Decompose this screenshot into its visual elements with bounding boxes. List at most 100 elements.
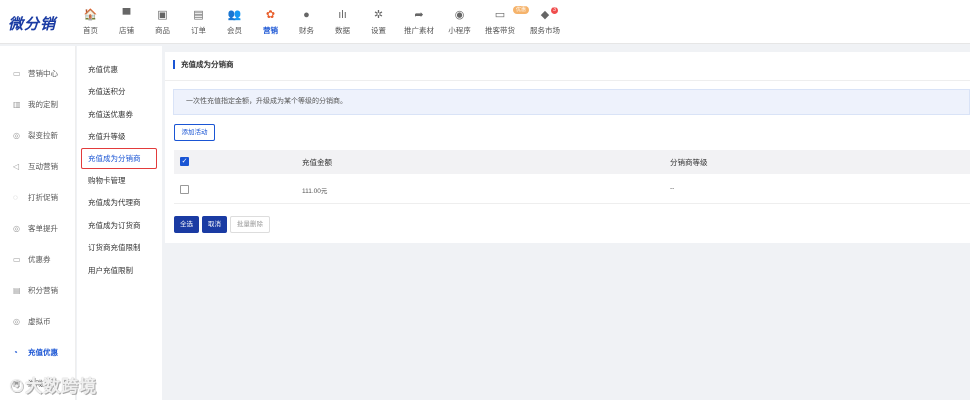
sidebar-item-2[interactable]: ◎ 裂变拉新 xyxy=(0,120,75,151)
info-notice: 一次性充值指定金额，升级成为某个等级的分销商。 xyxy=(173,89,970,115)
discount-icon: ◌ xyxy=(13,193,18,202)
sidebar-item-label: 充值优惠 xyxy=(28,348,58,357)
table-row: 111.00元 -- xyxy=(174,175,970,204)
nav-item-8[interactable]: ✲ 设置 xyxy=(364,0,393,44)
subnav-item-2[interactable]: 充值送优惠券 xyxy=(77,103,162,126)
primary-sidebar: ▭ 营销中心 ▥ 我的定制 ◎ 裂变拉新 ◁ 互动营销 ◌ 打折促销 ◎ 客单提升 ▭ 优惠券 ▤ 积分营销 ◎… xyxy=(0,46,76,400)
content-panel: 充值成为分销商 一次性充值指定金额，升级成为某个等级的分销商。 添加活动 ✓ 充… xyxy=(165,52,970,243)
nav-label: 财务 xyxy=(299,25,314,35)
sidebar-item-label: 优惠券 xyxy=(28,255,51,264)
sidebar-item-9[interactable]: ◔ 充值优惠 xyxy=(0,337,75,368)
watermark: ☉大数跨境 xyxy=(9,377,98,396)
marketing-icon: ✿ xyxy=(265,8,276,21)
shop-icon: ▀ xyxy=(122,8,131,21)
order-icon: ▤ xyxy=(193,8,204,21)
table-header: ✓ 充值金额 分销商等级 xyxy=(174,150,970,174)
bulk-actions: 全选 取消 批量删除 xyxy=(174,216,273,233)
column-header-level: 分销商等级 xyxy=(670,158,708,167)
sidebar-item-label: 我的定制 xyxy=(28,100,58,109)
nav-item-9[interactable]: ➦ 推广素材 xyxy=(400,0,438,44)
nav-label: 商品 xyxy=(155,25,170,35)
page-title: 充值成为分销商 xyxy=(173,60,234,69)
nav-label: 小程序 xyxy=(448,25,471,35)
add-activity-button[interactable]: 添加活动 xyxy=(174,124,215,141)
order-boost-icon: ◎ xyxy=(13,224,20,233)
sidebar-item-label: 营销中心 xyxy=(28,69,58,78)
member-icon: 👥 xyxy=(227,8,242,21)
nav-item-6[interactable]: ● 财务 xyxy=(292,0,321,44)
goods-icon: ▣ xyxy=(157,8,168,21)
sidebar-item-label: 互动营销 xyxy=(28,162,58,171)
points-icon: ▤ xyxy=(13,286,21,295)
top-bar: 微分销 🏠 首页 ▀ 店铺 ▣ 商品 ▤ 订单 👥 会员 ✿ 营销 ● 财务 ılı 数据 ✲ 设置 ➦ 推广素材 ◉ 小… xyxy=(0,0,970,44)
nav-item-10[interactable]: ◉ 小程序 xyxy=(445,0,474,44)
nav-label: 设置 xyxy=(371,25,386,35)
cancel-button[interactable]: 取消 xyxy=(202,216,227,233)
sidebar-item-label: 裂变拉新 xyxy=(28,131,58,140)
custom-icon: ▥ xyxy=(13,100,21,109)
nav-item-11[interactable]: ▭ 推客带货 优惠 xyxy=(481,0,529,44)
top-nav: 🏠 首页 ▀ 店铺 ▣ 商品 ▤ 订单 👥 会员 ✿ 营销 ● 财务 ılı 数据 ✲ 设置 ➦ 推广素材 ◉ 小程序 ▭ 推… xyxy=(76,0,571,44)
nav-label: 店铺 xyxy=(119,25,134,35)
nav-item-2[interactable]: ▣ 商品 xyxy=(148,0,177,44)
select-all-button[interactable]: 全选 xyxy=(174,216,199,233)
cell-amount: 111.00元 xyxy=(302,188,328,195)
settings-icon: ✲ xyxy=(373,8,384,21)
interactive-icon: ◁ xyxy=(13,162,20,171)
fission-icon: ◎ xyxy=(13,131,20,140)
miniapp-icon: ◉ xyxy=(454,8,465,21)
nav-label: 营销 xyxy=(263,25,278,35)
sidebar-item-5[interactable]: ◎ 客单提升 xyxy=(0,213,75,244)
sidebar-item-label: 客单提升 xyxy=(28,224,58,233)
subnav-item-3[interactable]: 充值升等级 xyxy=(77,126,162,149)
promo-icon: ➦ xyxy=(414,8,424,21)
nav-item-5[interactable]: ✿ 营销 xyxy=(256,0,285,44)
sidebar-item-7[interactable]: ▤ 积分营销 xyxy=(0,275,75,306)
sidebar-item-3[interactable]: ◁ 互动营销 xyxy=(0,151,75,182)
subnav-item-6[interactable]: 充值成为代理商 xyxy=(77,192,162,215)
coin-icon: ◎ xyxy=(13,317,20,326)
sidebar-item-label: 虚拟币 xyxy=(28,317,51,326)
sidebar-item-label: 积分营销 xyxy=(28,286,58,295)
nav-item-0[interactable]: 🏠 首页 xyxy=(76,0,105,44)
sidebar-item-8[interactable]: ◎ 虚拟币 xyxy=(0,306,75,337)
secondary-sidebar: 充值优惠 充值送积分 充值送优惠券 充值升等级 充值成为分销商 购物卡管理 充值成为代理商充… xyxy=(77,46,162,400)
row-checkbox[interactable] xyxy=(180,185,189,194)
subnav-item-1[interactable]: 充值送积分 xyxy=(77,81,162,104)
subnav-item-8[interactable]: 订货商充值限制 xyxy=(77,237,162,260)
app-logo[interactable]: 微分销 xyxy=(8,13,56,34)
sidebar-item-6[interactable]: ▭ 优惠券 xyxy=(0,244,75,275)
market-icon: ◆ xyxy=(540,8,550,21)
nav-item-4[interactable]: 👥 会员 xyxy=(220,0,249,44)
subnav-item-9[interactable]: 用户充值限制 xyxy=(77,259,162,282)
column-header-amount: 充值金额 xyxy=(302,158,332,167)
subnav-item-7[interactable]: 充值成为订货商 xyxy=(77,214,162,237)
nav-label: 数据 xyxy=(335,25,350,35)
nav-label: 推客带货 xyxy=(485,25,515,35)
nav-item-3[interactable]: ▤ 订单 xyxy=(184,0,213,44)
cell-level: -- xyxy=(670,185,675,192)
subnav-item-4[interactable]: 充值成为分销商 xyxy=(81,148,157,169)
home-icon: 🏠 xyxy=(83,8,98,21)
nav-item-1[interactable]: ▀ 店铺 xyxy=(112,0,141,44)
sidebar-item-0[interactable]: ▭ 营销中心 xyxy=(0,58,75,89)
batch-delete-button[interactable]: 批量删除 xyxy=(230,216,270,233)
subnav-item-0[interactable]: 充值优惠 xyxy=(77,58,162,81)
sidebar-item-label: 打折促销 xyxy=(28,193,58,202)
nav-label: 服务市场 xyxy=(530,25,560,35)
nav-label: 推广素材 xyxy=(404,25,434,35)
notification-dot: 3 xyxy=(551,7,558,14)
data-icon: ılı xyxy=(338,8,347,21)
title-divider xyxy=(165,80,970,81)
recharge-icon: ◔ xyxy=(13,348,18,357)
header-checkbox[interactable]: ✓ xyxy=(180,157,189,166)
nav-item-12[interactable]: ◆ 服务市场 3 xyxy=(526,0,564,44)
nav-label: 订单 xyxy=(191,25,206,35)
finance-icon: ● xyxy=(303,8,310,21)
sidebar-item-4[interactable]: ◌ 打折促销 xyxy=(0,182,75,213)
subnav-item-5[interactable]: 购物卡管理 xyxy=(77,169,162,192)
nav-label: 会员 xyxy=(227,25,242,35)
coupon-icon: ▭ xyxy=(13,255,21,264)
sidebar-item-1[interactable]: ▥ 我的定制 xyxy=(0,89,75,120)
nav-item-7[interactable]: ılı 数据 xyxy=(328,0,357,44)
